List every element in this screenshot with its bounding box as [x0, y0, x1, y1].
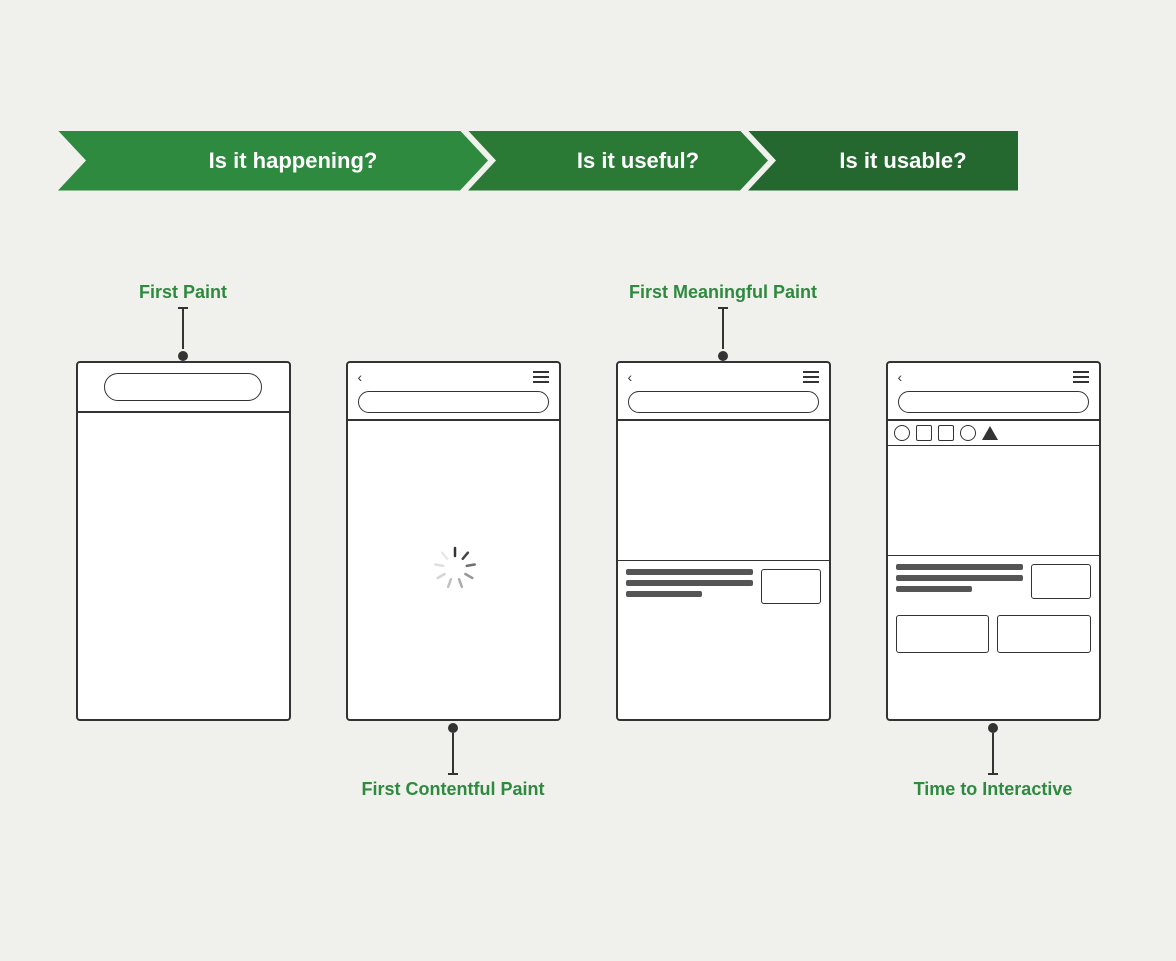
phone2-search [358, 391, 549, 413]
phone3-text [626, 569, 753, 604]
phone4-detail-btn [1031, 564, 1091, 599]
text-line-4 [896, 564, 1023, 570]
phone4-header: ‹ [888, 363, 1099, 421]
phone4-text [896, 564, 1023, 599]
phone-first-contentful: ‹ [346, 361, 561, 721]
vline-2 [452, 733, 454, 773]
phone2-header: ‹ [348, 363, 559, 421]
phone4-actions [888, 607, 1099, 661]
text-line-5 [896, 575, 1023, 581]
tab-circle-1 [894, 425, 910, 441]
phone4-action-btn-1[interactable] [896, 615, 990, 653]
dot-1 [178, 351, 188, 361]
bottom-label-area-2: First Contentful Paint [362, 721, 545, 831]
phone3-button [761, 569, 821, 604]
phone2-back: ‹ [358, 369, 363, 385]
phone4-tabs [888, 421, 1099, 446]
dot-2 [448, 723, 458, 733]
phone4-nav: ‹ [898, 369, 1089, 385]
phone3-image [618, 421, 829, 561]
stage-time-to-interactive: ‹ [878, 251, 1108, 831]
text-line-3 [626, 591, 702, 597]
vline-4 [992, 733, 994, 773]
stage-first-paint: First Paint [68, 251, 298, 831]
phase-banner: Is it happening? Is it useful? Is it usa… [58, 131, 1118, 191]
phone4-back: ‹ [898, 369, 903, 385]
phone3-header: ‹ [618, 363, 829, 421]
stages-container: First Paint ‹ [58, 251, 1118, 831]
dot-4 [988, 723, 998, 733]
phone2-menu [533, 371, 549, 383]
tab-square-1 [916, 425, 932, 441]
phase-usable-label: Is it usable? [839, 148, 966, 174]
phone4-action-btn-2[interactable] [997, 615, 1091, 653]
phone3-search [628, 391, 819, 413]
phone3-content [618, 561, 829, 612]
phase-happening-label: Is it happening? [209, 148, 378, 174]
first-paint-label: First Paint [139, 257, 227, 307]
phone4-content [888, 556, 1099, 607]
phone-first-paint [76, 361, 291, 721]
phase-useful-label: Is it useful? [577, 148, 699, 174]
stage-first-contentful-paint: ‹ [338, 251, 568, 831]
tab-circle-2 [960, 425, 976, 441]
phone4-search [898, 391, 1089, 413]
phone4-image [888, 446, 1099, 556]
tab-triangle [982, 426, 998, 440]
phone3-nav: ‹ [628, 369, 819, 385]
first-meaningful-label: First Meaningful Paint [629, 257, 817, 307]
phase-usable: Is it usable? [748, 131, 1018, 191]
phone1-search [104, 373, 263, 401]
phase-useful: Is it useful? [468, 131, 768, 191]
phone1-header [78, 363, 289, 413]
loading-spinner [433, 546, 473, 586]
phase-happening: Is it happening? [58, 131, 488, 191]
text-line-6 [896, 586, 972, 592]
bottom-label-area-4: Time to Interactive [914, 721, 1073, 831]
phone3-back: ‹ [628, 369, 633, 385]
phone1-body [78, 413, 289, 717]
text-line-2 [626, 580, 753, 586]
phone4-menu [1073, 371, 1089, 383]
vline-3 [722, 309, 724, 349]
dot-3 [718, 351, 728, 361]
first-contentful-label: First Contentful Paint [362, 775, 545, 825]
stage-first-meaningful-paint: First Meaningful Paint ‹ [608, 251, 838, 831]
top-label-area-1: First Paint [139, 251, 227, 361]
phone2-nav: ‹ [358, 369, 549, 385]
page-container: Is it happening? Is it useful? Is it usa… [38, 91, 1138, 871]
phone3-menu [803, 371, 819, 383]
text-line-1 [626, 569, 753, 575]
phone-first-meaningful: ‹ [616, 361, 831, 721]
vline-1 [182, 309, 184, 349]
tab-square-2 [938, 425, 954, 441]
phone2-body [348, 421, 559, 712]
top-label-area-3: First Meaningful Paint [629, 251, 817, 361]
time-to-interactive-label: Time to Interactive [914, 775, 1073, 825]
phone-time-to-interactive: ‹ [886, 361, 1101, 721]
